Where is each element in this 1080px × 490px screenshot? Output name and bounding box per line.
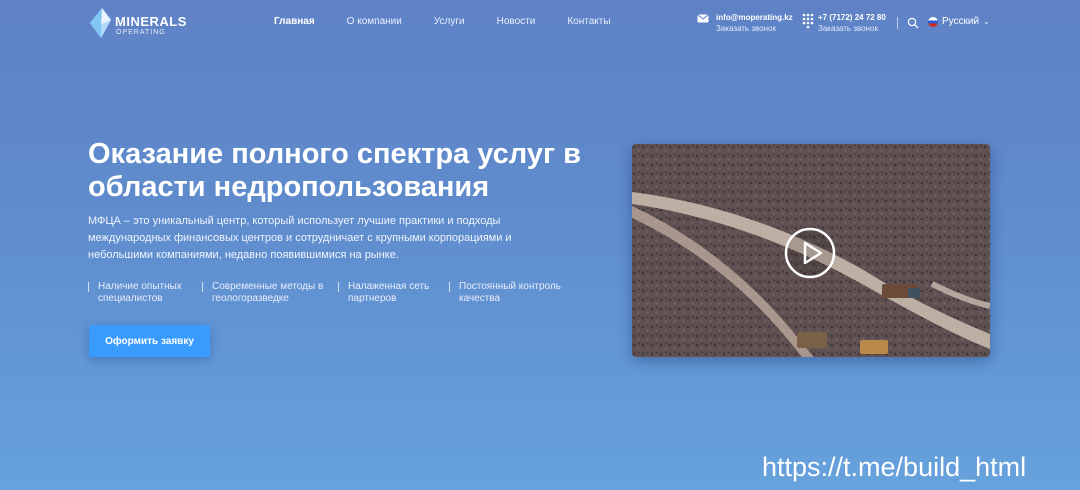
feature-list: Наличие опытных специалистов Современные… bbox=[88, 281, 569, 305]
truck-icon bbox=[797, 332, 827, 348]
feature-item: Постоянный контроль качества bbox=[449, 281, 569, 305]
hero-description: МФЦА – это уникальный центр, который исп… bbox=[88, 215, 512, 261]
logo-subtitle: OPERATING bbox=[116, 29, 166, 36]
feature-item: Налаженная сеть партнеров bbox=[338, 281, 449, 305]
hero-title: Оказание полного спектра услуг в области… bbox=[88, 138, 581, 203]
play-icon[interactable] bbox=[784, 227, 836, 279]
video-player[interactable] bbox=[632, 144, 990, 357]
search-icon[interactable] bbox=[907, 17, 919, 29]
main-nav: Главная О компании Услуги Новости Контак… bbox=[274, 16, 611, 27]
watermark: https://t.me/build_html bbox=[762, 452, 1027, 482]
truck-icon bbox=[882, 284, 920, 298]
site-header: MINERALS OPERATING Главная О компании Ус… bbox=[0, 0, 1080, 46]
language-label: Русский bbox=[942, 16, 980, 27]
feature-item: Современные методы в геологоразведке bbox=[202, 281, 338, 305]
nav-item-contacts[interactable]: Контакты bbox=[567, 16, 610, 27]
phone-link[interactable]: +7 (7172) 24 72 80 bbox=[818, 12, 886, 23]
flag-ru-icon bbox=[928, 16, 938, 27]
submit-request-button[interactable]: Оформить заявку bbox=[89, 325, 210, 357]
logo[interactable]: MINERALS OPERATING bbox=[88, 7, 188, 39]
nav-item-home[interactable]: Главная bbox=[274, 16, 315, 27]
logo-name: MINERALS bbox=[115, 14, 187, 29]
phone-callback-link[interactable]: Заказать звонок bbox=[818, 23, 886, 34]
nav-item-about[interactable]: О компании bbox=[347, 16, 402, 27]
nav-item-services[interactable]: Услуги bbox=[434, 16, 465, 27]
language-selector[interactable]: Русский ⌄ bbox=[928, 16, 990, 27]
nav-item-news[interactable]: Новости bbox=[497, 16, 536, 27]
email-link[interactable]: info@moperating.kz bbox=[716, 12, 793, 23]
dialpad-icon bbox=[802, 13, 814, 29]
truck-icon bbox=[860, 340, 888, 354]
chevron-down-icon: ⌄ bbox=[983, 17, 990, 26]
email-callback-link[interactable]: Заказать звонок bbox=[716, 23, 793, 34]
header-divider bbox=[897, 17, 898, 29]
feature-item: Наличие опытных специалистов bbox=[88, 281, 202, 305]
mail-icon bbox=[697, 14, 709, 23]
crystal-logo-icon bbox=[90, 8, 111, 38]
